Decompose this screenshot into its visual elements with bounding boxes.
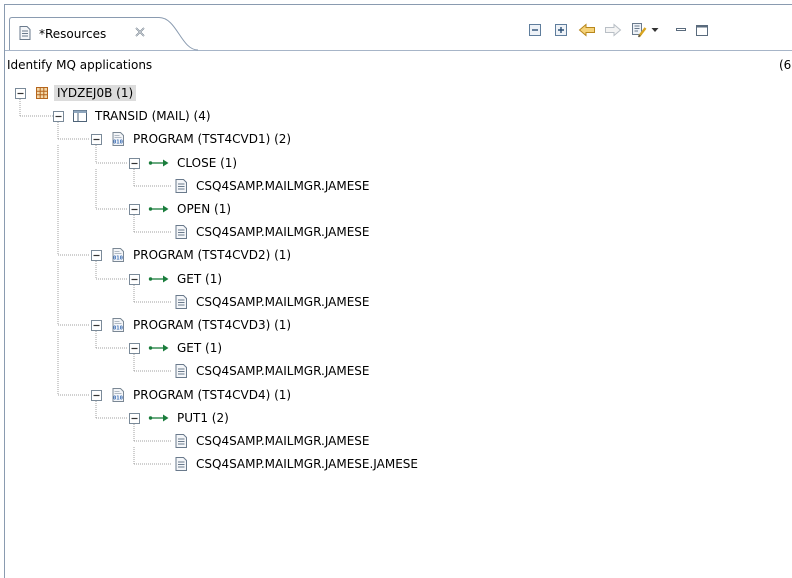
tree-node-job-label: IYDZEJ0B (1) xyxy=(54,85,137,101)
svg-text:010: 010 xyxy=(113,256,124,262)
tree-node-mq-call-label: GET (1) xyxy=(177,341,223,355)
arrow-icon xyxy=(148,340,170,356)
tree-node-queue-label: CSQ4SAMP.MAILMGR.JAMESE xyxy=(196,295,370,309)
arrow-icon xyxy=(148,201,170,217)
table-icon xyxy=(72,108,88,124)
collapse-toggle-icon[interactable] xyxy=(15,87,26,99)
tree-node-mq-call[interactable]: GET (1) xyxy=(129,269,225,289)
collapse-toggle-icon[interactable] xyxy=(129,157,140,169)
document-icon xyxy=(173,433,189,449)
tree-node-mq-call-label: GET (1) xyxy=(177,272,223,286)
close-icon[interactable] xyxy=(133,25,147,39)
arrow-icon xyxy=(148,271,170,287)
view-title: Identify MQ applications xyxy=(7,58,153,72)
filter-icon[interactable] xyxy=(629,20,649,40)
collapse-toggle-icon[interactable] xyxy=(129,273,140,285)
tree-node-mq-call[interactable]: CLOSE (1) xyxy=(129,153,240,173)
grid-icon xyxy=(34,85,50,101)
document-icon xyxy=(173,294,189,310)
tree-node-job[interactable]: IYDZEJ0B (1) xyxy=(15,83,137,103)
svg-text:010: 010 xyxy=(113,140,124,146)
expand-all-icon[interactable] xyxy=(551,20,571,40)
collapse-toggle-icon[interactable] xyxy=(91,319,102,331)
tree-node-transid[interactable]: TRANSID (MAIL) (4) xyxy=(53,106,214,126)
tree-node-mq-call[interactable]: GET (1) xyxy=(129,338,225,358)
tree-node-queue[interactable]: CSQ4SAMP.MAILMGR.JAMESE xyxy=(173,176,373,196)
tree-node-mq-call-label: CLOSE (1) xyxy=(177,156,238,170)
tree-node-program[interactable]: 010 PROGRAM (TST4CVD1) (2) xyxy=(91,129,294,149)
tree-node-program[interactable]: 010 PROGRAM (TST4CVD2) (1) xyxy=(91,245,294,265)
tree-node-queue[interactable]: CSQ4SAMP.MAILMGR.JAMESE xyxy=(173,222,373,242)
collapse-toggle-icon[interactable] xyxy=(53,110,64,122)
program-icon: 010 xyxy=(110,247,126,263)
tree-node-program-label: PROGRAM (TST4CVD3) (1) xyxy=(133,318,292,332)
document-icon xyxy=(173,224,189,240)
resource-tree: IYDZEJ0B (1) TRANSID (MAIL) (4) 010 PROGRAM… xyxy=(5,81,792,578)
program-icon: 010 xyxy=(110,317,126,333)
collapse-toggle-icon[interactable] xyxy=(91,249,102,261)
tree-node-mq-call-label: OPEN (1) xyxy=(177,202,232,216)
tab-title: *Resources xyxy=(39,27,107,41)
tree-node-queue-label: CSQ4SAMP.MAILMGR.JAMESE xyxy=(196,225,370,239)
view-menu-icon[interactable] xyxy=(649,20,661,40)
tree-node-queue[interactable]: CSQ4SAMP.MAILMGR.JAMESE xyxy=(173,361,373,381)
maximize-icon[interactable] xyxy=(691,20,711,40)
arrow-icon xyxy=(148,410,170,426)
tree-node-program-label: PROGRAM (TST4CVD4) (1) xyxy=(133,388,292,402)
back-arrow-icon[interactable] xyxy=(577,20,597,40)
program-icon: 010 xyxy=(110,131,126,147)
collapse-toggle-icon[interactable] xyxy=(129,412,140,424)
minimize-icon[interactable] xyxy=(671,20,691,40)
tree-node-queue-label: CSQ4SAMP.MAILMGR.JAMESE xyxy=(196,364,370,378)
document-icon xyxy=(17,25,33,41)
result-count: (6) xyxy=(779,58,792,72)
view-header: Identify MQ applications (6) xyxy=(5,52,792,76)
tree-node-program-label: PROGRAM (TST4CVD1) (2) xyxy=(133,132,292,146)
tree-node-queue-label: CSQ4SAMP.MAILMGR.JAMESE xyxy=(196,179,370,193)
forward-arrow-icon[interactable] xyxy=(603,20,623,40)
collapse-toggle-icon[interactable] xyxy=(91,389,102,401)
resources-view: *Resources Identify MQ applications (6 I… xyxy=(4,4,792,578)
collapse-all-icon[interactable] xyxy=(525,20,545,40)
program-icon: 010 xyxy=(110,387,126,403)
tree-node-mq-call[interactable]: OPEN (1) xyxy=(129,199,234,219)
svg-text:010: 010 xyxy=(113,326,124,332)
arrow-icon xyxy=(148,155,170,171)
tree-node-program[interactable]: 010 PROGRAM (TST4CVD4) (1) xyxy=(91,385,294,405)
tree-node-transid-label: TRANSID (MAIL) (4) xyxy=(95,109,211,123)
collapse-toggle-icon[interactable] xyxy=(91,133,102,145)
document-icon xyxy=(173,178,189,194)
tree-node-program[interactable]: 010 PROGRAM (TST4CVD3) (1) xyxy=(91,315,294,335)
tree-node-queue-label: CSQ4SAMP.MAILMGR.JAMESE.JAMESE xyxy=(196,457,418,471)
tab-resources[interactable]: *Resources xyxy=(9,17,199,51)
tab-strip: *Resources xyxy=(5,5,792,51)
tree-node-program-label: PROGRAM (TST4CVD2) (1) xyxy=(133,248,292,262)
tree-node-queue[interactable]: CSQ4SAMP.MAILMGR.JAMESE.JAMESE xyxy=(173,454,421,474)
svg-text:010: 010 xyxy=(113,396,124,402)
collapse-toggle-icon[interactable] xyxy=(129,342,140,354)
collapse-toggle-icon[interactable] xyxy=(129,203,140,215)
tree-node-queue[interactable]: CSQ4SAMP.MAILMGR.JAMESE xyxy=(173,292,373,312)
document-icon xyxy=(173,363,189,379)
tree-node-queue-label: CSQ4SAMP.MAILMGR.JAMESE xyxy=(196,434,370,448)
document-icon xyxy=(173,456,189,472)
tree-node-mq-call[interactable]: PUT1 (2) xyxy=(129,408,232,428)
tree-node-mq-call-label: PUT1 (2) xyxy=(177,411,229,425)
tree-node-queue[interactable]: CSQ4SAMP.MAILMGR.JAMESE xyxy=(173,431,373,451)
